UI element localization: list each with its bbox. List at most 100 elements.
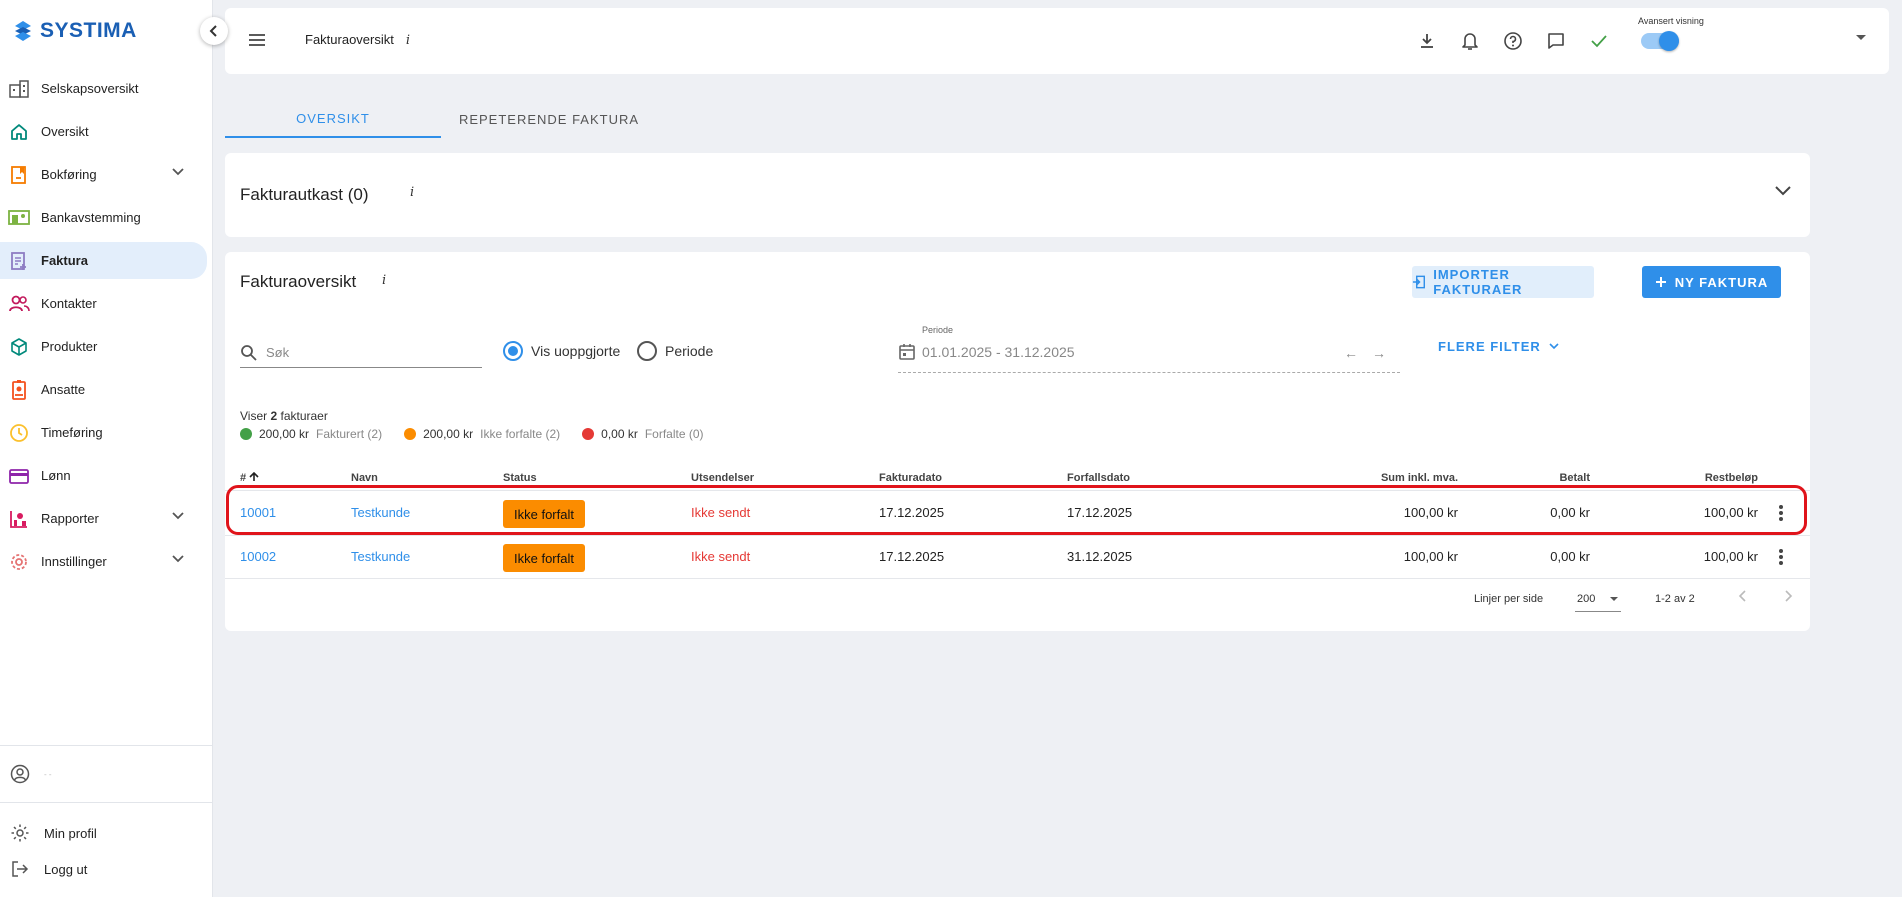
- summary-overdue[interactable]: 0,00 kr Forfalte (0): [582, 427, 704, 441]
- search-field: [240, 338, 482, 368]
- sidebar-item-bokforing[interactable]: Bokføring: [0, 156, 213, 193]
- column-header-due-date[interactable]: Forfallsdato: [1067, 472, 1130, 484]
- sidebar-item-oversikt[interactable]: Oversikt: [0, 113, 213, 150]
- sending-status: Ikke sendt: [691, 549, 751, 564]
- menu-icon[interactable]: [247, 32, 267, 48]
- my-profile-label: Min profil: [44, 825, 97, 841]
- column-header-remaining[interactable]: Restbeløp: [1640, 472, 1758, 484]
- invoice-icon: [8, 250, 30, 272]
- remaining-amount: 100,00 kr: [1703, 549, 1758, 564]
- table-row[interactable]: 10002 Testkunde Ikke forfalt Ikke sendt …: [225, 535, 1810, 579]
- top-bar: Fakturaoversikt i Avansert visning: [225, 8, 1889, 74]
- sidebar-item-kontakter[interactable]: Kontakter: [0, 285, 213, 322]
- column-header-sum[interactable]: Sum inkl. mva.: [1340, 472, 1458, 484]
- sidebar-item-innstillinger[interactable]: Innstillinger: [0, 543, 213, 580]
- invoice-summary: 200,00 kr Fakturert (2) 200,00 kr Ikke f…: [240, 427, 726, 441]
- invoice-number-link[interactable]: 10002: [240, 549, 276, 564]
- summary-invoiced[interactable]: 200,00 kr Fakturert (2): [240, 427, 382, 441]
- page-title: Fakturaoversikt i: [305, 32, 410, 48]
- user-row[interactable]: - -: [0, 746, 213, 803]
- sidebar-item-selskapsoversikt[interactable]: Selskapsoversikt: [0, 70, 213, 107]
- sidebar-item-lonn[interactable]: Lønn: [0, 457, 213, 494]
- sidebar-item-label: Produkter: [41, 339, 98, 354]
- radio-button-checked[interactable]: [503, 341, 523, 361]
- sidebar-item-produkter[interactable]: Produkter: [0, 328, 213, 365]
- caret-down-icon[interactable]: [1855, 34, 1867, 42]
- more-vert-icon[interactable]: [1778, 547, 1784, 567]
- chat-icon[interactable]: [1544, 29, 1568, 53]
- sidebar-item-rapporter[interactable]: Rapporter: [0, 500, 213, 537]
- customer-name-link[interactable]: Testkunde: [351, 549, 410, 564]
- period-label: Periode: [922, 325, 954, 335]
- advanced-view-toggle[interactable]: [1641, 31, 1679, 51]
- new-invoice-label: NY FAKTURA: [1674, 274, 1769, 290]
- info-icon[interactable]: i: [382, 273, 386, 288]
- sidebar-item-label: Rapporter: [41, 511, 99, 526]
- period-field[interactable]: Periode 01.01.2025 - 31.12.2025 ← →: [898, 325, 1400, 373]
- download-icon[interactable]: [1415, 29, 1439, 53]
- column-header-status[interactable]: Status: [503, 472, 537, 484]
- column-header-number[interactable]: #: [240, 471, 259, 484]
- search-input[interactable]: [266, 345, 466, 360]
- divider: [225, 578, 1810, 579]
- sidebar-item-bankavstemming[interactable]: Bankavstemming: [0, 199, 213, 236]
- tabs: OVERSIKT REPETERENDE FAKTURA: [225, 100, 657, 138]
- chevron-right-icon[interactable]: [1783, 589, 1793, 603]
- building-icon: [8, 78, 30, 100]
- customer-name-link[interactable]: Testkunde: [351, 505, 410, 520]
- arrow-left-icon[interactable]: ←: [1344, 345, 1358, 361]
- bell-icon[interactable]: [1458, 29, 1482, 53]
- rows-per-page-select[interactable]: 200: [1575, 586, 1621, 612]
- info-icon[interactable]: i: [410, 185, 414, 200]
- sidebar-item-label: Innstillinger: [41, 554, 107, 569]
- sidebar-item-ansatte[interactable]: Ansatte: [0, 371, 213, 408]
- calendar-icon[interactable]: [898, 343, 916, 361]
- chevron-down-icon[interactable]: [1774, 185, 1792, 197]
- page-title-text: Fakturaoversikt: [305, 32, 394, 47]
- my-profile-link[interactable]: Min profil: [0, 815, 213, 851]
- summary-label: Fakturert (2): [316, 427, 383, 441]
- arrow-right-icon[interactable]: →: [1372, 345, 1386, 361]
- collapse-sidebar-button[interactable]: [200, 17, 228, 45]
- tab-oversikt[interactable]: OVERSIKT: [225, 100, 441, 138]
- invoice-number-link[interactable]: 10001: [240, 505, 276, 520]
- check-icon[interactable]: [1587, 29, 1611, 53]
- help-icon[interactable]: [1501, 29, 1525, 53]
- logout-link[interactable]: Logg ut: [0, 851, 213, 887]
- import-invoices-button[interactable]: IMPORTER FAKTURAER: [1412, 266, 1594, 298]
- column-header-invoice-date[interactable]: Fakturadato: [879, 472, 942, 484]
- toggle-knob: [1659, 31, 1679, 51]
- invoice-date: 17.12.2025: [879, 549, 945, 564]
- table-row[interactable]: 10001 Testkunde Ikke forfalt Ikke sendt …: [225, 491, 1810, 535]
- column-header-name[interactable]: Navn: [351, 472, 378, 484]
- invoice-list-title: Fakturaoversikt: [240, 272, 357, 291]
- settings-icon: [8, 551, 30, 573]
- sidebar-item-label: Timeføring: [41, 425, 103, 440]
- column-header-sending[interactable]: Utsendelser: [691, 472, 754, 484]
- chevron-down-icon[interactable]: [171, 511, 185, 520]
- sidebar-item-timeforing[interactable]: Timeføring: [0, 414, 213, 451]
- sidebar-item-faktura[interactable]: Faktura: [0, 242, 207, 279]
- radio-unsettled[interactable]: Vis uoppgjorte: [503, 341, 620, 361]
- sum-amount: 100,00 kr: [1403, 505, 1458, 520]
- period-arrows: ← →: [1344, 345, 1386, 361]
- status-dot: [582, 428, 595, 440]
- radio-button-unchecked[interactable]: [637, 341, 657, 361]
- new-invoice-button[interactable]: NY FAKTURA: [1642, 266, 1781, 298]
- radio-period[interactable]: Periode: [637, 341, 713, 361]
- more-filter-button[interactable]: FLERE FILTER: [1438, 339, 1559, 354]
- chevron-left-icon[interactable]: [1738, 589, 1748, 603]
- systima-logo[interactable]: SYSTIMA: [12, 18, 137, 44]
- status-dot: [404, 428, 417, 440]
- tab-repeterende-faktura[interactable]: REPETERENDE FAKTURA: [441, 100, 657, 138]
- chevron-down-icon[interactable]: [171, 167, 185, 176]
- column-header-paid[interactable]: Betalt: [1490, 472, 1590, 484]
- info-icon[interactable]: i: [406, 33, 410, 48]
- chevron-down-icon[interactable]: [171, 554, 185, 563]
- sidebar-item-label: Oversikt: [41, 124, 89, 139]
- status-badge: Ikke forfalt: [503, 544, 585, 572]
- more-vert-icon[interactable]: [1778, 503, 1784, 523]
- plus-icon: [1655, 277, 1666, 287]
- summary-not-due[interactable]: 200,00 kr Ikke forfalte (2): [404, 427, 560, 441]
- rows-per-page-label: Linjer per side: [1474, 593, 1544, 605]
